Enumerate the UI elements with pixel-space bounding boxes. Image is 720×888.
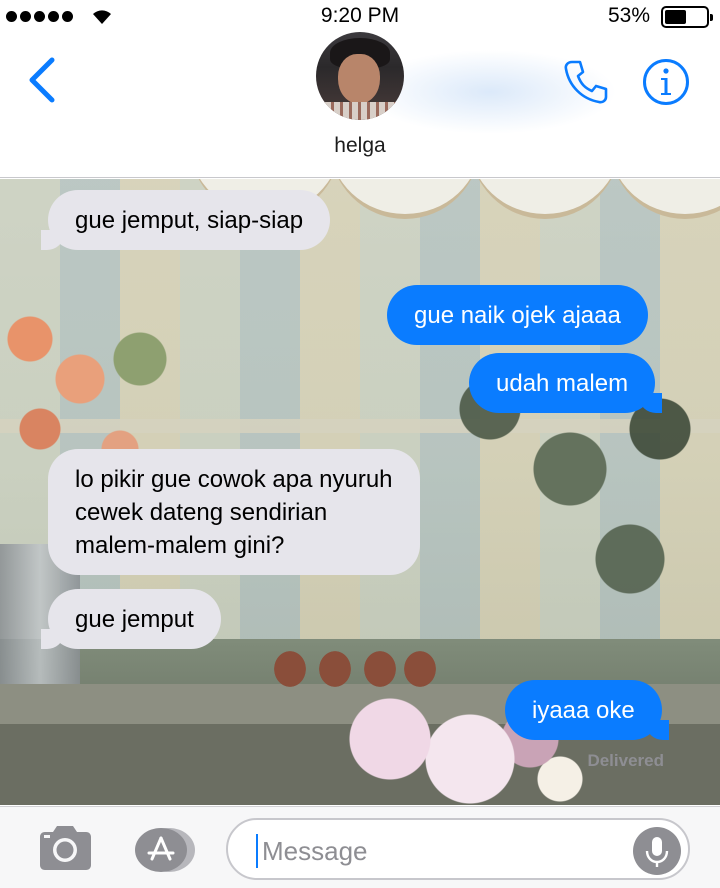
message-bubble-received[interactable]: lo pikir gue cowok apa nyuruh cewek date… bbox=[48, 449, 420, 575]
message-placeholder: Message bbox=[262, 836, 368, 866]
delivered-status: Delivered bbox=[587, 751, 664, 770]
microphone-button[interactable] bbox=[633, 827, 681, 875]
info-icon[interactable] bbox=[641, 57, 691, 107]
message-bubble-sent[interactable]: gue naik ojek ajaaa bbox=[387, 285, 648, 345]
message-bubble-received[interactable]: gue jemput bbox=[41, 589, 221, 649]
battery-percent: 53% bbox=[607, 4, 650, 27]
message-bubble-sent[interactable]: udah malem bbox=[469, 353, 663, 413]
message-bubble-sent[interactable]: iyaaa oke bbox=[505, 680, 669, 740]
message-thread[interactable]: gue jemput, siap-siap gue naik ojek ajaa… bbox=[0, 179, 720, 805]
message-input[interactable]: Message bbox=[226, 818, 690, 880]
status-bar: 9:20 PM 53% bbox=[0, 0, 720, 32]
back-chevron-icon[interactable] bbox=[26, 56, 60, 104]
contact-name[interactable]: helga bbox=[0, 134, 720, 158]
camera-icon[interactable] bbox=[36, 823, 94, 871]
battery-icon bbox=[661, 6, 713, 28]
contact-avatar[interactable] bbox=[316, 32, 404, 120]
text-cursor bbox=[256, 834, 258, 868]
phone-icon[interactable] bbox=[562, 58, 610, 106]
microphone-icon bbox=[645, 837, 669, 867]
app-store-icon[interactable] bbox=[131, 827, 197, 873]
message-bubble-received[interactable]: gue jemput, siap-siap bbox=[40, 190, 331, 250]
